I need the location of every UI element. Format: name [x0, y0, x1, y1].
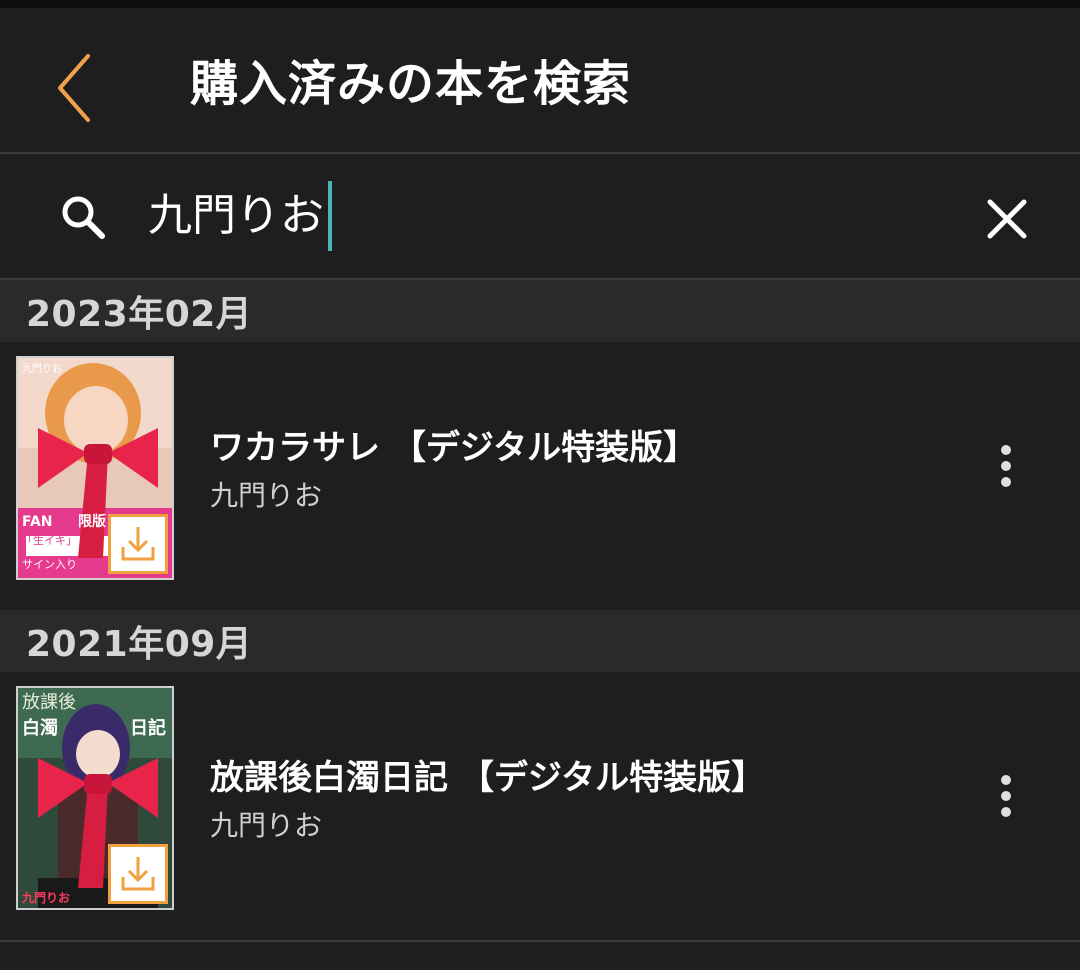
book-list-item[interactable]: 放課後 白濁 日記 九門りお 放課後白濁日記 【デジタル特装版】 九門りお	[0, 672, 1080, 940]
cover-sign-text: サイン入り	[22, 558, 77, 571]
list-end-divider	[0, 940, 1080, 942]
close-icon	[987, 199, 1027, 239]
cover-subtitle-text: 「生イキ」	[22, 533, 77, 547]
more-options-button[interactable]	[982, 438, 1030, 494]
more-vertical-icon	[1001, 775, 1011, 817]
page-title: 購入済みの本を検索	[190, 56, 632, 112]
book-cover[interactable]: 放課後 白濁 日記 九門りお	[16, 686, 174, 910]
download-icon[interactable]	[108, 844, 168, 904]
book-author: 九門りお	[210, 479, 323, 512]
clear-search-button[interactable]	[980, 192, 1034, 246]
chevron-left-icon	[58, 54, 90, 122]
search-input-value: 九門りお	[148, 190, 324, 241]
section-date-label: 2021年09月	[26, 624, 253, 665]
book-cover[interactable]: 九門りお FAN 限版 「生イキ」 サイン入り	[16, 356, 174, 580]
book-title[interactable]: ワカラサレ 【デジタル特装版】	[210, 426, 697, 470]
search-bar: 九門りお	[0, 154, 1080, 280]
book-title[interactable]: 放課後白濁日記 【デジタル特装版】	[210, 756, 765, 800]
text-caret	[328, 181, 332, 251]
book-list-item[interactable]: 九門りお FAN 限版 「生イキ」 サイン入り ワカラサレ 【デジタル特装版】 …	[0, 342, 1080, 610]
cover-title-line3: 日記	[130, 717, 166, 739]
status-strip	[0, 0, 1080, 8]
cover-title-line2: 白濁	[22, 717, 58, 739]
app-header: 購入済みの本を検索	[0, 8, 1080, 154]
search-icon[interactable]	[56, 190, 112, 246]
more-vertical-icon	[1001, 445, 1011, 487]
back-button[interactable]	[44, 46, 108, 126]
more-options-button[interactable]	[982, 768, 1030, 824]
section-date-label: 2023年02月	[26, 294, 253, 335]
book-author: 九門りお	[210, 809, 323, 842]
section-header-date: 2023年02月	[0, 280, 1080, 342]
cover-limited-text: 限版	[78, 513, 106, 530]
section-header-date: 2021年09月	[0, 610, 1080, 672]
cover-author-text: 九門りお	[21, 890, 70, 905]
download-icon[interactable]	[108, 514, 168, 574]
search-input[interactable]: 九門りお	[148, 181, 332, 251]
cover-fan-text: FAN	[22, 514, 53, 530]
cover-author-text: 九門りお	[22, 363, 62, 375]
cover-title-line1: 放課後	[22, 692, 76, 713]
